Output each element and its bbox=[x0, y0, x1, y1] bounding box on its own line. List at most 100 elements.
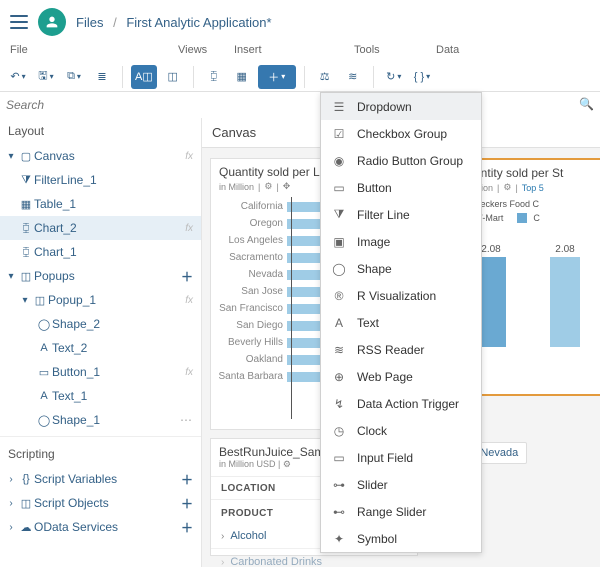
breadcrumb-current[interactable]: First Analytic Application* bbox=[126, 15, 271, 30]
chevron-down-icon[interactable]: ▾ bbox=[4, 271, 18, 282]
menu-item-filter-line[interactable]: ⧩Filter Line bbox=[321, 201, 481, 228]
menu-item-symbol[interactable]: ✦Symbol bbox=[321, 525, 481, 552]
menu-item-label: Web Page bbox=[357, 370, 413, 384]
tree-label: Script Variables bbox=[34, 472, 181, 486]
tree-popups[interactable]: ▾ ◫ Popups ＋ bbox=[0, 264, 201, 288]
chart-config-icon[interactable]: ⚙ bbox=[503, 182, 511, 193]
chevron-down-icon[interactable]: ▾ bbox=[18, 295, 32, 306]
menu-item-label: Data Action Trigger bbox=[357, 397, 459, 411]
datasource-unit: in Million USD bbox=[219, 459, 276, 469]
fx-icon[interactable]: fx bbox=[185, 223, 193, 234]
menu-item-web-page[interactable]: ⊕ Web Page bbox=[321, 363, 481, 390]
insert-chart-button[interactable]: ⧮ bbox=[202, 65, 226, 89]
canvas-icon: ▢ bbox=[18, 150, 34, 163]
data-refresh-button[interactable]: ↻▾ bbox=[382, 65, 406, 89]
tree-text2[interactable]: A Text_2 bbox=[0, 336, 201, 360]
chart-config-icon[interactable]: ⚙ bbox=[264, 181, 272, 192]
tree-filterline[interactable]: ⧩ FilterLine_1 bbox=[0, 168, 201, 192]
insert-table-button[interactable]: ▦ bbox=[230, 65, 254, 89]
tree-chart2[interactable]: ⧮ Chart_2 fx bbox=[0, 216, 201, 240]
chevron-right-icon[interactable]: › bbox=[4, 474, 18, 485]
copy-button[interactable]: ⧉▾ bbox=[62, 65, 86, 89]
legend-swatch bbox=[517, 213, 527, 223]
menu-item-clock[interactable]: ◷Clock bbox=[321, 417, 481, 444]
undo-button[interactable]: ↶▾ bbox=[6, 65, 30, 89]
chevron-down-icon[interactable]: ▾ bbox=[4, 151, 18, 162]
variables-icon: {} bbox=[18, 473, 34, 485]
chevron-right-icon[interactable]: › bbox=[4, 522, 18, 533]
tree-canvas[interactable]: ▾ ▢ Canvas fx bbox=[0, 144, 201, 168]
tree-popup1[interactable]: ▾ ◫ Popup_1 fx bbox=[0, 288, 201, 312]
menu-insert[interactable]: Insert bbox=[234, 44, 354, 62]
menu-item-label: Checkbox Group bbox=[357, 127, 447, 141]
search-icon[interactable]: 🔍 bbox=[579, 97, 594, 111]
avatar[interactable] bbox=[38, 8, 66, 36]
views-preview-button[interactable]: ◫ bbox=[161, 65, 185, 89]
menu-item-label: Text bbox=[357, 316, 379, 330]
tree-shape1[interactable]: ◯ Shape_1 ⋯ bbox=[0, 408, 201, 432]
objects-icon: ◫ bbox=[18, 497, 34, 510]
row-label: Alcohol bbox=[230, 530, 266, 542]
tree-script-variables[interactable]: › {} Script Variables ＋ bbox=[0, 467, 201, 491]
menu-item-slider[interactable]: ⊶Slider bbox=[321, 471, 481, 498]
menu-item-radio-button-group[interactable]: ◉Radio Button Group bbox=[321, 147, 481, 174]
menu-item-data-action-trigger[interactable]: ↯Data Action Trigger bbox=[321, 390, 481, 417]
fx-icon[interactable]: fx bbox=[185, 151, 193, 162]
web-icon: ⊕ bbox=[331, 370, 347, 384]
outline-button[interactable]: ≣ bbox=[90, 65, 114, 89]
tree-text1[interactable]: A Text_1 bbox=[0, 384, 201, 408]
data-script-button[interactable]: { }▾ bbox=[410, 65, 434, 89]
filter-icon: ⧩ bbox=[331, 207, 347, 222]
add-button[interactable]: ＋ bbox=[181, 471, 193, 488]
menu-item-text[interactable]: AText bbox=[321, 309, 481, 336]
tools-compare-button[interactable]: ⚖ bbox=[313, 65, 337, 89]
tree-script-objects[interactable]: › ◫ Script Objects ＋ bbox=[0, 491, 201, 515]
views-design-button[interactable]: A◫ bbox=[131, 65, 157, 89]
add-button[interactable]: ＋ bbox=[181, 495, 193, 512]
fx-icon[interactable]: fx bbox=[185, 295, 193, 306]
menu-item-checkbox-group[interactable]: ☑Checkbox Group bbox=[321, 120, 481, 147]
menu-views[interactable]: Views bbox=[178, 44, 234, 62]
menu-item-range-slider[interactable]: ⊷Range Slider bbox=[321, 498, 481, 525]
chevron-right-icon: › bbox=[221, 531, 224, 542]
menu-item-rss-reader[interactable]: ≋RSS Reader bbox=[321, 336, 481, 363]
menu-item-button[interactable]: ▭Button bbox=[321, 174, 481, 201]
toolbar-divider bbox=[304, 66, 305, 88]
add-popup-button[interactable]: ＋ bbox=[181, 268, 193, 285]
popup-icon: ◫ bbox=[18, 270, 34, 283]
tree-label: Shape_2 bbox=[52, 317, 193, 331]
chart-top-link[interactable]: Top 5 bbox=[522, 183, 544, 193]
search-input[interactable] bbox=[0, 92, 600, 118]
bar-label: Oakland bbox=[217, 354, 287, 365]
tree-odata[interactable]: › ☁ OData Services ＋ bbox=[0, 515, 201, 539]
save-button[interactable]: 🖫▾ bbox=[34, 65, 58, 89]
clock-icon: ◷ bbox=[331, 424, 347, 438]
chip-label: Nevada bbox=[480, 447, 518, 459]
tree-button1[interactable]: ▭ Button_1 fx bbox=[0, 360, 201, 384]
menu-file[interactable]: File bbox=[10, 44, 178, 62]
col-value: 2.08 bbox=[481, 244, 500, 255]
tree-shape2[interactable]: ◯ Shape_2 bbox=[0, 312, 201, 336]
legend-label: C bbox=[533, 213, 540, 223]
menu-item-label: Range Slider bbox=[357, 505, 426, 519]
menu-item-image[interactable]: ▣Image bbox=[321, 228, 481, 255]
fx-icon[interactable]: fx bbox=[185, 367, 193, 378]
more-icon[interactable]: ⋯ bbox=[180, 413, 193, 427]
tree-table[interactable]: ▦ Table_1 bbox=[0, 192, 201, 216]
menu-data[interactable]: Data bbox=[436, 44, 496, 62]
tools-settings-button[interactable]: ≋ bbox=[341, 65, 365, 89]
menu-item-r-visualization[interactable]: ®R Visualization bbox=[321, 282, 481, 309]
tree-chart1[interactable]: ⧮ Chart_1 bbox=[0, 240, 201, 264]
add-button[interactable]: ＋ bbox=[181, 519, 193, 536]
menu-item-dropdown[interactable]: ☰Dropdown bbox=[321, 93, 481, 120]
menu-item-shape[interactable]: ◯Shape bbox=[321, 255, 481, 282]
menu-item-input-field[interactable]: ▭Input Field bbox=[321, 444, 481, 471]
menu-tools[interactable]: Tools bbox=[354, 44, 436, 62]
breadcrumb-root[interactable]: Files bbox=[76, 15, 103, 30]
menu-icon[interactable] bbox=[10, 15, 28, 29]
tree-label: Popups bbox=[34, 269, 181, 283]
chart-more-icon[interactable]: ✥ bbox=[283, 181, 291, 192]
chevron-right-icon[interactable]: › bbox=[4, 498, 18, 509]
breadcrumb[interactable]: Files / First Analytic Application* bbox=[76, 15, 272, 30]
insert-add-button[interactable]: ＋▾ bbox=[258, 65, 296, 89]
